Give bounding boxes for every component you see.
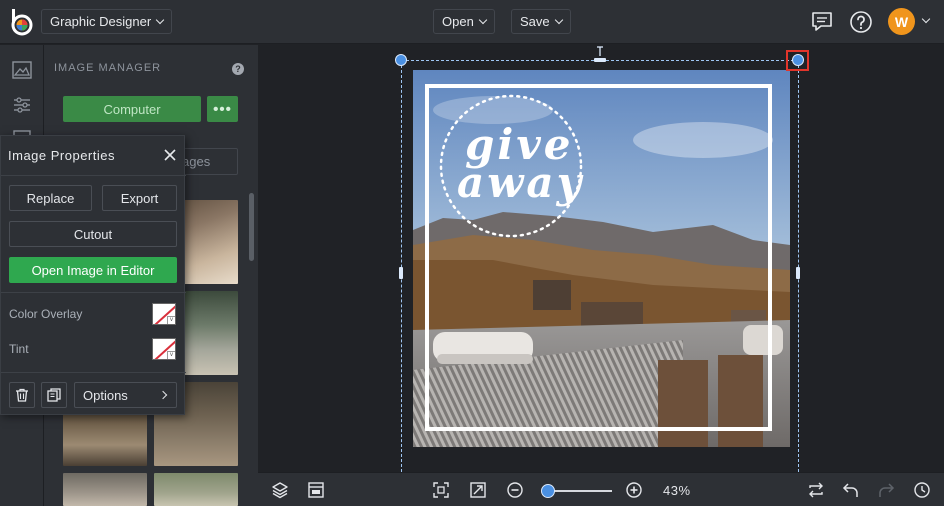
- resize-handle[interactable]: [399, 267, 403, 279]
- zoom-out-icon[interactable]: [506, 481, 524, 499]
- divider: [1, 292, 186, 293]
- mode-label: Graphic Designer: [50, 14, 152, 29]
- resize-handle[interactable]: [594, 58, 606, 62]
- canvas-layout-icon[interactable]: [307, 481, 325, 499]
- replace-button[interactable]: Replace: [9, 185, 92, 211]
- panel-title: IMAGE MANAGER: [54, 62, 162, 74]
- zoom-slider-knob[interactable]: [540, 484, 555, 498]
- swap-icon[interactable]: [807, 481, 825, 499]
- rotate-handle-icon[interactable]: [595, 45, 605, 57]
- image-properties-panel: Image Properties Replace Export Cutout O…: [0, 135, 186, 415]
- image-thumbnail[interactable]: [63, 473, 147, 506]
- user-avatar[interactable]: W: [888, 8, 915, 35]
- color-overlay-swatch[interactable]: v: [152, 303, 176, 325]
- zoom-level: 43%: [663, 483, 691, 498]
- top-toolbar: Graphic Designer Open Save W: [0, 0, 944, 44]
- options-label: Options: [83, 387, 128, 403]
- layers-icon[interactable]: [271, 481, 289, 499]
- computer-upload-button[interactable]: Computer: [63, 96, 201, 122]
- undo-icon[interactable]: [842, 481, 860, 499]
- save-label: Save: [520, 14, 550, 29]
- trash-icon: [16, 388, 28, 402]
- cutout-button[interactable]: Cutout: [9, 221, 177, 247]
- chat-icon[interactable]: [810, 10, 834, 34]
- help-icon[interactable]: [849, 10, 873, 34]
- divider: [1, 175, 186, 176]
- resize-handle[interactable]: [796, 267, 800, 279]
- help-icon[interactable]: ?: [232, 63, 244, 75]
- mode-dropdown[interactable]: Graphic Designer: [41, 9, 173, 34]
- expand-icon[interactable]: [469, 481, 487, 499]
- image-thumbnail[interactable]: [154, 473, 238, 506]
- options-button[interactable]: Options: [74, 382, 177, 408]
- app-logo-icon[interactable]: [9, 8, 35, 36]
- chevron-down-icon: [554, 15, 563, 24]
- export-button[interactable]: Export: [102, 185, 177, 211]
- chevron-right-icon: [158, 390, 168, 400]
- redo-icon[interactable]: [877, 481, 895, 499]
- delete-button[interactable]: [9, 382, 35, 408]
- history-icon[interactable]: [913, 481, 931, 499]
- bottom-toolbar: 43%: [258, 472, 944, 506]
- open-label: Open: [442, 14, 474, 29]
- duplicate-button[interactable]: [41, 382, 67, 408]
- divider: [1, 372, 186, 373]
- duplicate-icon: [47, 388, 61, 402]
- more-sources-button[interactable]: •••: [207, 96, 238, 122]
- close-icon[interactable]: [163, 148, 177, 162]
- tint-swatch[interactable]: v: [152, 338, 176, 360]
- image-icon[interactable]: [11, 59, 33, 81]
- chevron-down-icon: [155, 15, 165, 24]
- save-menu-button[interactable]: Save: [511, 9, 571, 34]
- panel-title: Image Properties: [8, 148, 115, 163]
- fit-to-screen-icon[interactable]: [432, 481, 450, 499]
- scrollbar[interactable]: [249, 193, 254, 261]
- selection-outline: [401, 60, 799, 472]
- chevron-down-icon: [478, 15, 488, 24]
- zoom-in-icon[interactable]: [625, 481, 643, 499]
- resize-handle[interactable]: [395, 54, 407, 66]
- open-menu-button[interactable]: Open: [433, 9, 495, 34]
- highlight-box: [786, 50, 809, 71]
- adjustments-icon[interactable]: [11, 94, 33, 116]
- open-in-editor-button[interactable]: Open Image in Editor: [9, 257, 177, 283]
- chevron-down-icon[interactable]: [921, 14, 931, 24]
- tint-label: Tint: [9, 342, 29, 356]
- color-overlay-label: Color Overlay: [9, 307, 83, 321]
- canvas-area: give away: [258, 45, 944, 472]
